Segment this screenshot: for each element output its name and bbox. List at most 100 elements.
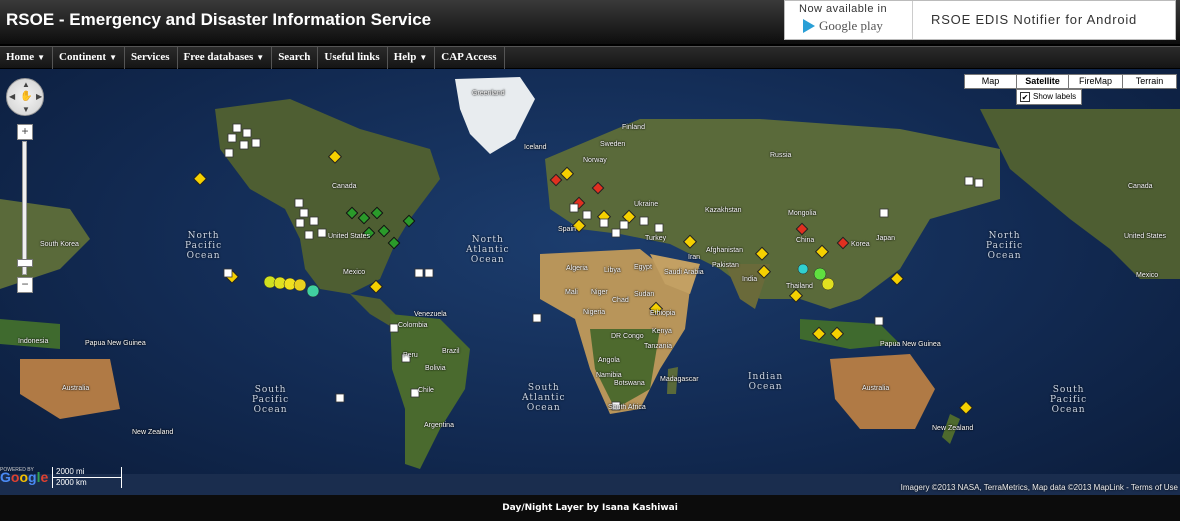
place-label: Russia [770, 152, 792, 159]
footer: Day/Night Layer by Isana Kashiwai [0, 495, 1180, 521]
place-label: Egypt [634, 264, 652, 271]
checkbox-checked-icon[interactable]: ✔ [1020, 92, 1030, 102]
place-label: Mali [565, 289, 578, 296]
maptype-firemap-button[interactable]: FireMap [1068, 74, 1123, 89]
available-text: Now available in [799, 3, 888, 15]
place-label: Venezuela [414, 311, 447, 318]
place-label: Botswana [614, 380, 645, 387]
place-label: DR Congo [611, 333, 644, 340]
place-label: Papua New Guinea [85, 340, 146, 347]
place-label: Papua New Guinea [880, 341, 941, 348]
nav-continent-label: Continent [59, 51, 107, 63]
place-label: Turkey [645, 235, 667, 242]
nav-services[interactable]: Services [125, 47, 178, 69]
place-label: Australia [862, 385, 890, 392]
place-label: Angola [598, 357, 620, 364]
place-label: Algeria [566, 265, 588, 272]
place-label: New Zealand [932, 425, 974, 432]
place-label: Finland [622, 124, 645, 131]
hand-icon: ✋ [20, 91, 33, 102]
pan-left-icon[interactable]: ◀ [9, 92, 15, 101]
zoom-slider-track[interactable] [22, 141, 27, 275]
nav-help-label: Help [393, 51, 417, 63]
place-label: Iceland [524, 144, 547, 151]
place-label: Bolivia [425, 365, 446, 372]
nav-help[interactable]: Help ▼ [388, 47, 436, 69]
nav-search-label: Search [278, 51, 311, 63]
place-label: Canada [332, 183, 357, 190]
google-play-badge[interactable]: Now available in Google play [785, 1, 913, 39]
place-label: Libya [604, 267, 621, 274]
google-logo[interactable]: Google [0, 469, 48, 485]
nav-search[interactable]: Search [272, 47, 319, 69]
play-icon [803, 19, 815, 33]
zoom-slider-thumb[interactable] [17, 259, 33, 267]
maptype-map-button[interactable]: Map [964, 74, 1017, 89]
show-labels-toggle[interactable]: ✔ Show labels [1016, 89, 1082, 105]
caret-down-icon: ▼ [256, 53, 265, 62]
place-label: Thailand [786, 283, 813, 290]
place-label: Kazakhstan [705, 207, 742, 214]
place-label: Nigeria [583, 309, 606, 316]
maptype-terrain-button[interactable]: Terrain [1122, 74, 1177, 89]
ocean-label: North Pacific Ocean [986, 231, 1024, 261]
nav-useful-links-label: Useful links [324, 51, 380, 63]
zoom-out-button[interactable]: − [17, 277, 33, 293]
map-attribution[interactable]: Imagery ©2013 NASA, TerraMetrics, Map da… [901, 483, 1178, 492]
google-play-banner[interactable]: Now available in Google play RSOE EDIS N… [784, 0, 1176, 40]
place-label: Chad [612, 297, 629, 304]
place-label: Argentina [424, 422, 454, 429]
place-label: Sweden [600, 141, 626, 148]
place-label: Madagascar [660, 376, 699, 383]
place-label: Peru [403, 352, 418, 359]
place-label: Indonesia [18, 338, 49, 345]
app-name[interactable]: RSOE EDIS Notifier for Android [931, 12, 1137, 27]
pan-right-icon[interactable]: ▶ [36, 92, 42, 101]
nav-home-label: Home [6, 51, 35, 63]
main-nav: Home ▼ Continent ▼ Services Free databases… [0, 46, 1180, 69]
place-label: South Africa [608, 404, 646, 411]
place-label: Mexico [343, 269, 366, 276]
place-label: Kenya [652, 328, 672, 335]
nav-free-databases[interactable]: Free databases ▼ [178, 47, 273, 69]
caret-down-icon: ▼ [37, 53, 46, 62]
nav-cap-access[interactable]: CAP Access [435, 47, 505, 69]
zoom-in-button[interactable]: + [17, 124, 33, 140]
scale-miles: 2000 mi [52, 467, 122, 478]
place-label: Canada [1128, 183, 1153, 190]
place-label: Mexico [1136, 272, 1159, 279]
map-scale: 2000 mi 2000 km [52, 467, 122, 488]
place-label: Mongolia [788, 210, 817, 217]
place-label: China [796, 237, 815, 244]
greenland-landmass [455, 77, 535, 154]
ocean-label: North Pacific Ocean [185, 231, 223, 261]
ocean-label: South Pacific Ocean [252, 385, 290, 415]
nav-continent[interactable]: Continent ▼ [53, 47, 126, 69]
maptype-satellite-button[interactable]: Satellite [1016, 74, 1069, 89]
place-label: United States [328, 233, 371, 240]
place-label: Afghanistan [706, 247, 743, 254]
nav-useful-links[interactable]: Useful links [318, 47, 388, 69]
world-map[interactable]: North Pacific Ocean North Atlantic Ocean… [0, 69, 1180, 495]
place-label: United States [1124, 233, 1167, 240]
place-label: Brazil [442, 348, 460, 355]
site-title[interactable]: RSOE - Emergency and Disaster Informatio… [6, 10, 431, 30]
caret-down-icon: ▼ [419, 53, 428, 62]
ocean-label: North Atlantic Ocean [466, 235, 510, 265]
place-label: Niger [591, 289, 608, 296]
nav-home[interactable]: Home ▼ [0, 47, 54, 69]
place-label: India [742, 276, 758, 283]
ocean-label: South Pacific Ocean [1050, 385, 1088, 415]
pan-down-icon[interactable]: ▼ [22, 105, 30, 114]
place-label: Norway [583, 157, 607, 164]
place-label: Sudan [634, 291, 655, 298]
pan-control[interactable]: ▲ ◀ ▶ ▼ ✋ [6, 78, 44, 116]
place-label: South Korea [40, 241, 79, 248]
show-labels-text: Show labels [1033, 92, 1077, 101]
place-label: New Zealand [132, 429, 174, 436]
nav-cap-access-label: CAP Access [441, 51, 497, 63]
place-label: Australia [62, 385, 90, 392]
google-play-text: Google play [819, 18, 883, 33]
pan-up-icon[interactable]: ▲ [22, 80, 30, 89]
place-label: Ethiopia [650, 310, 676, 317]
